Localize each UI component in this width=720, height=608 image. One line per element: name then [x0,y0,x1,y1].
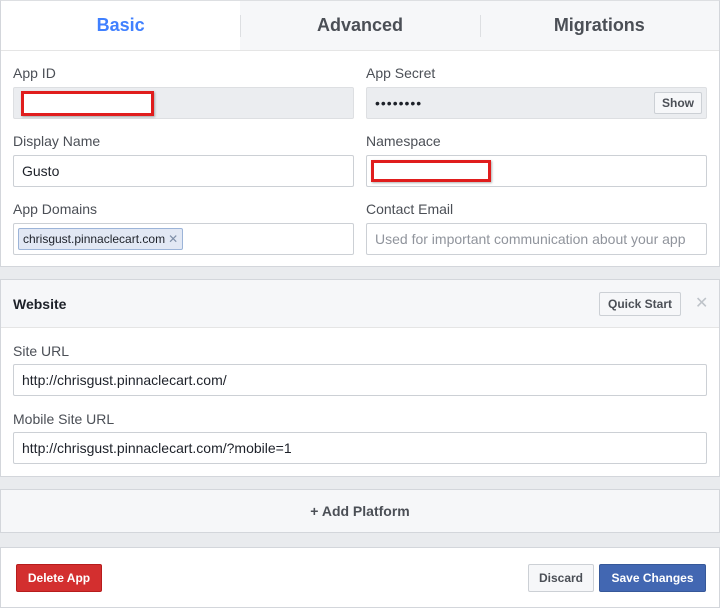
remove-tag-icon[interactable]: ✕ [168,232,178,246]
app-id-label: App ID [13,65,56,81]
contact-email-input[interactable]: Used for important communication about y… [366,223,707,255]
site-url-input[interactable]: http://chrisgust.pinnaclecart.com/ [13,364,707,396]
close-icon[interactable]: ✕ [695,293,708,313]
site-url-label: Site URL [13,343,70,359]
basic-settings-card: Basic Advanced Migrations App ID App Sec… [0,0,720,267]
domain-tag: chrisgust.pinnaclecart.com ✕ [18,228,184,250]
display-name-label: Display Name [13,133,101,149]
save-changes-button[interactable]: Save Changes [599,564,706,592]
website-title: Website [13,296,67,312]
discard-button[interactable]: Discard [528,564,594,592]
tab-advanced[interactable]: Advanced [240,1,479,50]
domain-tag-text: chrisgust.pinnaclecart.com [23,232,166,246]
website-header: Website Quick Start ✕ [1,280,719,328]
add-platform-button[interactable]: + Add Platform [0,489,720,533]
mobile-site-url-label: Mobile Site URL [13,411,115,427]
tab-migrations[interactable]: Migrations [479,1,719,50]
app-secret-field: •••••••• Show [366,87,707,119]
app-domains-input[interactable]: chrisgust.pinnaclecart.com ✕ [13,223,354,255]
contact-email-placeholder: Used for important communication about y… [375,231,686,247]
delete-app-button[interactable]: Delete App [16,564,102,592]
quick-start-button[interactable]: Quick Start [599,292,681,316]
display-name-input[interactable]: Gusto [13,155,354,187]
mobile-site-url-input[interactable]: http://chrisgust.pinnaclecart.com/?mobil… [13,432,707,464]
tab-basic[interactable]: Basic [1,1,241,50]
show-secret-button[interactable]: Show [654,92,702,114]
redaction-box [371,160,491,182]
namespace-label: Namespace [366,133,441,149]
namespace-input[interactable] [366,155,707,187]
website-platform-card: Website Quick Start ✕ Site URL http://ch… [0,279,720,477]
app-secret-masked: •••••••• [375,95,423,111]
app-domains-label: App Domains [13,201,98,217]
app-id-field [13,87,354,119]
footer-bar: Delete App Discard Save Changes [0,547,720,608]
redaction-box [21,91,154,116]
contact-email-label: Contact Email [366,201,454,217]
tab-bar: Basic Advanced Migrations [1,1,719,51]
app-secret-label: App Secret [366,65,436,81]
